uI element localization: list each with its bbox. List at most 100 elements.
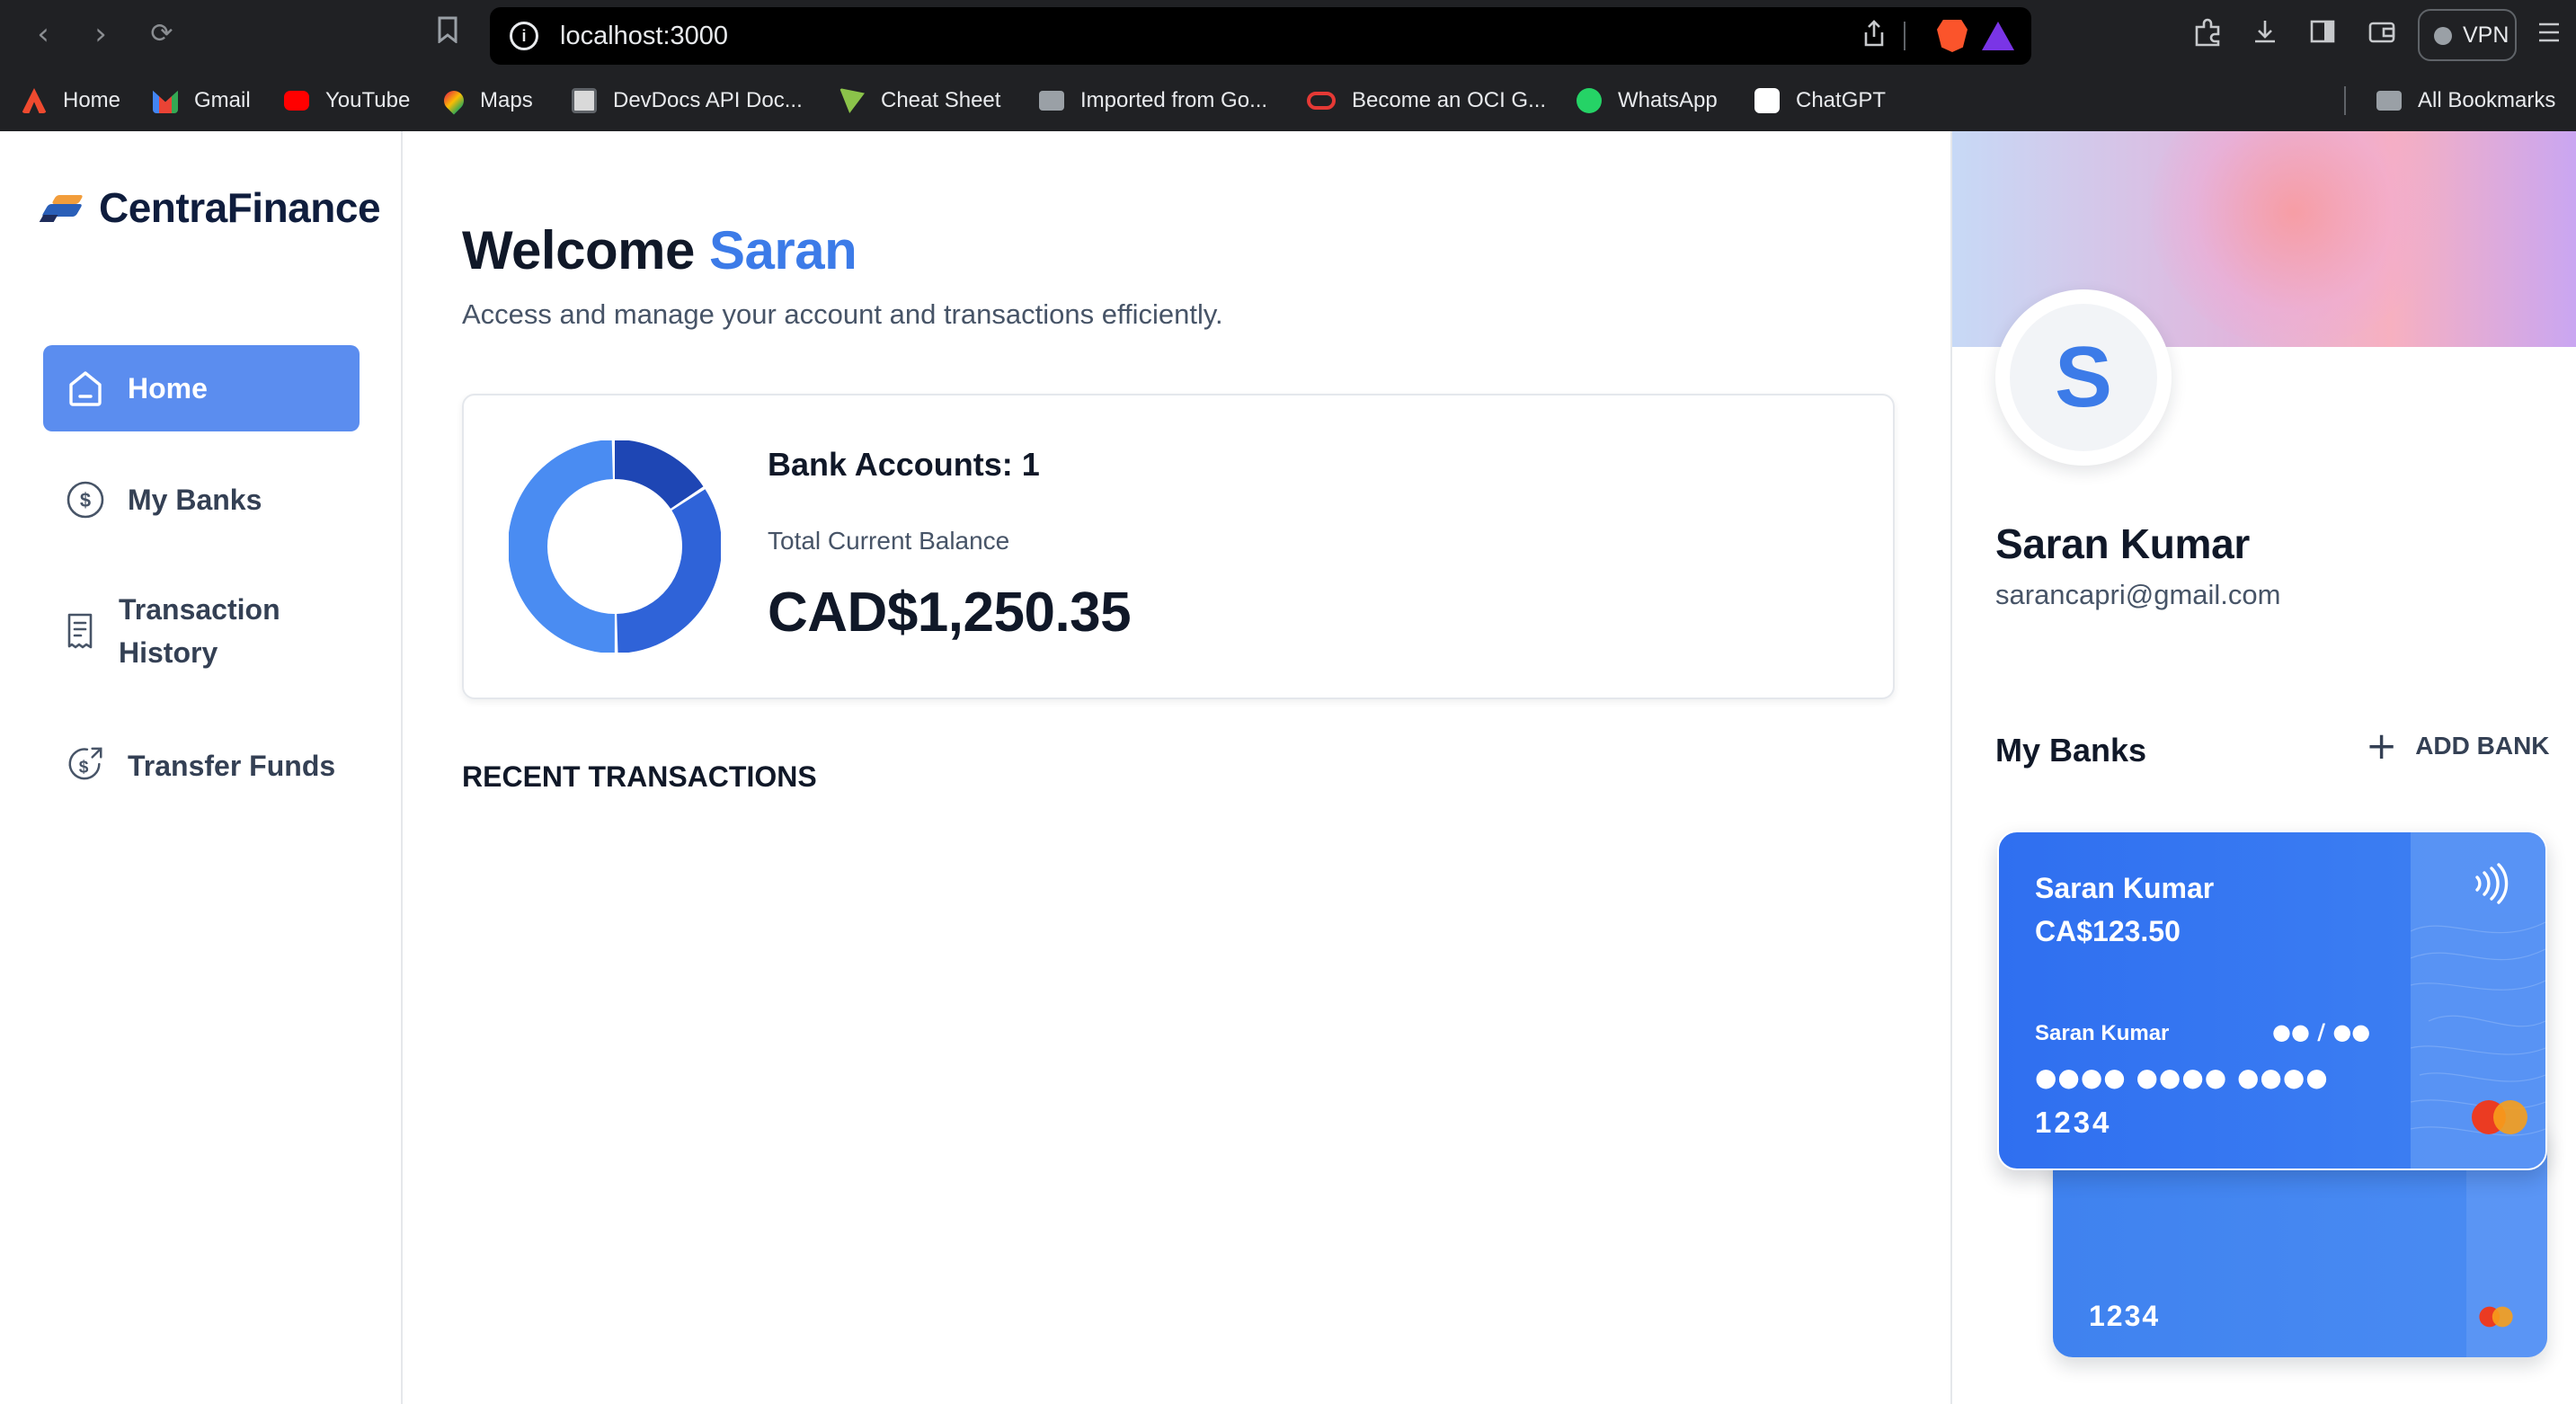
bookmark-label: DevDocs API Doc...: [613, 88, 803, 112]
sidebar-item-transfer-funds[interactable]: $ Transfer Funds: [43, 723, 360, 809]
bookmark-label: Home: [63, 88, 121, 112]
add-bank-button[interactable]: + ADD BANK: [2366, 724, 2550, 768]
sidebar: CentraFinance Home $ My Banks Transactio…: [0, 131, 403, 1404]
bookmark-item[interactable]: Cheat Sheet: [839, 84, 1000, 117]
bookmark-item[interactable]: DevDocs API Doc...: [572, 84, 803, 117]
vpn-button[interactable]: VPN: [2418, 9, 2517, 61]
card-name-small: Saran Kumar: [2035, 1021, 2170, 1045]
vpn-status-icon: [2434, 27, 2452, 45]
bookmark-label: YouTube: [325, 88, 411, 112]
bookmark-item[interactable]: WhatsApp: [1577, 84, 1718, 117]
profile-panel: S Saran Kumar sarancapri@gmail.com My Ba…: [1950, 131, 2576, 1404]
extensions-icon[interactable]: [2190, 18, 2225, 54]
total-balance-label: Total Current Balance: [768, 527, 1010, 555]
oracle-icon: [1307, 92, 1336, 110]
sidebar-toggle-icon[interactable]: [2305, 18, 2341, 54]
card-balance: CA$123.50: [2035, 915, 2181, 947]
avatar[interactable]: S: [1995, 289, 2172, 466]
bookmark-item[interactable]: Imported from Go...: [1039, 84, 1267, 117]
browser-toolbar: ‹ › ⟳ i localhost:3000 VPN: [0, 0, 2576, 72]
add-bank-label: ADD BANK: [2415, 732, 2550, 760]
url-text[interactable]: localhost:3000: [560, 22, 728, 50]
profile-email: sarancapri@gmail.com: [1995, 579, 2281, 610]
sidebar-item-label: My Banks: [128, 483, 262, 516]
bank-accounts-count: Bank Accounts: 1: [768, 446, 1040, 483]
dollar-circle-icon: $: [65, 479, 106, 520]
home-bookmark-icon: [22, 88, 47, 113]
brand-name: CentraFinance: [99, 184, 381, 231]
user-first-name: Saran: [709, 220, 857, 280]
bookmark-item[interactable]: Become an OCI G...: [1307, 84, 1546, 117]
forward-icon[interactable]: ›: [83, 16, 119, 52]
bookmark-item[interactable]: YouTube: [284, 84, 410, 117]
all-bookmarks-label: All Bookmarks: [2418, 88, 2556, 112]
vpn-label: VPN: [2463, 22, 2509, 48]
bookmark-item[interactable]: Home: [22, 84, 120, 117]
sidebar-item-label: Transfer Funds: [128, 749, 336, 782]
site-info-icon[interactable]: i: [510, 22, 538, 50]
folder-icon: [2376, 91, 2402, 111]
bookmark-label: ChatGPT: [1796, 88, 1887, 112]
cheat-sheet-icon: [839, 88, 865, 113]
back-icon[interactable]: ‹: [25, 16, 61, 52]
sidebar-item-home[interactable]: Home: [43, 345, 360, 431]
brave-rewards-icon[interactable]: [1982, 22, 2014, 50]
bookmark-label: Cheat Sheet: [881, 88, 1001, 112]
my-banks-title: My Banks: [1995, 732, 2147, 769]
bookmark-item[interactable]: ChatGPT: [1754, 84, 1886, 117]
mastercard-icon: [2479, 1306, 2513, 1328]
sidebar-item-label: Home: [128, 371, 208, 404]
welcome-prefix: Welcome: [462, 220, 695, 280]
wallet-icon[interactable]: [2364, 18, 2400, 54]
card-back-last4: 1234: [2089, 1300, 2161, 1332]
svg-text:$: $: [80, 489, 91, 511]
bookmark-item[interactable]: Maps: [440, 84, 533, 117]
gmail-icon: [153, 90, 178, 113]
url-separator: [1904, 22, 1905, 50]
sidebar-item-my-banks[interactable]: $ My Banks: [43, 457, 360, 543]
sidebar-item-label: Transaction History: [119, 593, 280, 669]
whatsapp-icon: [1577, 88, 1602, 113]
bookmark-label: Imported from Go...: [1080, 88, 1268, 112]
sidebar-item-transaction-history[interactable]: Transaction History: [43, 568, 360, 694]
menu-icon[interactable]: [2531, 18, 2567, 54]
mastercard-icon: [2472, 1100, 2527, 1134]
receipt-icon: [59, 610, 101, 652]
card-holder-name: Saran Kumar: [2035, 872, 2215, 904]
address-bar[interactable]: i localhost:3000: [490, 7, 2031, 65]
main-content: Welcome Saran Access and manage your acc…: [404, 131, 1950, 1404]
avatar-initial: S: [2010, 304, 2157, 451]
logo-icon: [39, 190, 88, 226]
bank-card[interactable]: Saran Kumar CA$123.50 Saran Kumar ●● / ●…: [1997, 831, 2547, 1170]
contactless-icon: [2475, 863, 2509, 904]
bookmarks-divider: [2344, 86, 2346, 115]
share-icon[interactable]: [1858, 20, 1890, 52]
bookmark-label: Become an OCI G...: [1352, 88, 1547, 112]
bookmark-item[interactable]: Gmail: [153, 84, 251, 117]
download-icon[interactable]: [2247, 18, 2283, 54]
maps-icon: [440, 86, 468, 115]
folder-icon: [1039, 91, 1064, 111]
home-icon: [65, 368, 106, 409]
card-expiry: ●● / ●●: [2272, 1019, 2371, 1044]
profile-name: Saran Kumar: [1995, 520, 2251, 567]
bookmark-icon[interactable]: [430, 16, 466, 52]
svg-text:$: $: [79, 759, 89, 778]
plus-icon: +: [2366, 724, 2398, 768]
reload-icon[interactable]: ⟳: [144, 16, 180, 52]
all-bookmarks-button[interactable]: All Bookmarks: [2376, 84, 2555, 117]
brand-logo[interactable]: CentraFinance: [39, 183, 381, 232]
card-number-masked: ●●●● ●●●● ●●●●: [2035, 1062, 2329, 1092]
page-subtitle: Access and manage your account and trans…: [462, 298, 1223, 330]
bookmark-label: Maps: [480, 88, 533, 112]
devdocs-icon: [572, 88, 597, 113]
bookmark-label: WhatsApp: [1618, 88, 1718, 112]
balance-donut-chart: [509, 440, 721, 653]
bookmarks-bar: Home Gmail YouTube Maps DevDocs API Doc.…: [0, 72, 2576, 131]
total-balance-value: CAD$1,250.35: [768, 582, 1132, 644]
money-send-icon: $: [65, 745, 106, 786]
brave-shield-icon[interactable]: [1937, 20, 1968, 52]
card-last4: 1234: [2035, 1106, 2112, 1139]
page-title: Welcome Saran: [462, 219, 857, 281]
bookmark-label: Gmail: [194, 88, 251, 112]
